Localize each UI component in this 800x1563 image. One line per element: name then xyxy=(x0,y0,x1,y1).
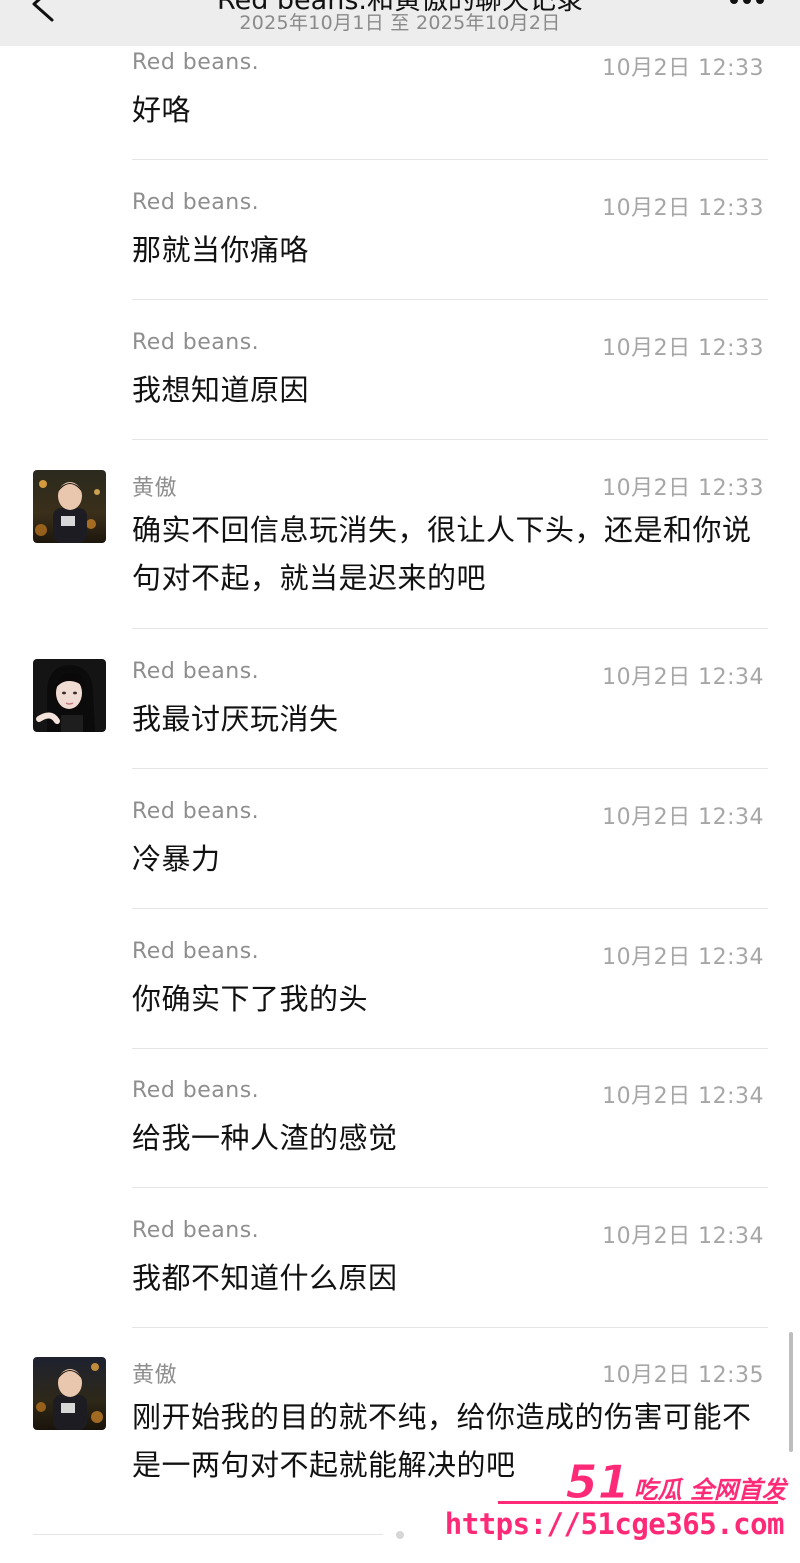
message-text: 冷暴力 xyxy=(132,842,221,876)
watermark-line xyxy=(498,1501,778,1504)
sender-name: Red beans. xyxy=(132,799,260,824)
watermark-url: https://51cge365.com xyxy=(444,1507,785,1541)
sender-name: Red beans. xyxy=(132,50,260,75)
date-range-subtitle: 2025年10月1日 至 2025年10月2日 xyxy=(239,12,561,34)
message-time: 10月2日 12:33 xyxy=(602,336,764,361)
sender-name: Red beans. xyxy=(132,659,260,684)
message-text: 我最讨厌玩消失 xyxy=(132,702,339,736)
message-time: 10月2日 12:34 xyxy=(602,665,764,690)
header-bar: Red beans.和黄傲的聊天记录 2025年10月1日 至 2025年10月… xyxy=(0,0,800,46)
message-text: 我都不知道什么原因 xyxy=(132,1261,398,1295)
message-time: 10月2日 12:35 xyxy=(602,1363,764,1388)
sender-name: 黄傲 xyxy=(132,476,178,501)
message-text: 你确实下了我的头 xyxy=(132,982,369,1016)
message-time: 10月2日 12:34 xyxy=(602,805,764,830)
avatar[interactable] xyxy=(33,470,106,543)
scrollbar[interactable] xyxy=(789,1332,793,1452)
message-divider xyxy=(132,768,768,769)
message-divider xyxy=(132,299,768,300)
message-divider xyxy=(132,159,768,160)
sender-name: Red beans. xyxy=(132,330,260,355)
sender-name: Red beans. xyxy=(132,1078,260,1103)
message-text: 给我一种人渣的感觉 xyxy=(132,1121,398,1155)
more-dots-icon xyxy=(730,0,738,4)
message-text: 确实不回信息玩消失，很让人下头，还是和你说句对不起，就当是迟来的吧 xyxy=(132,513,752,595)
message-divider xyxy=(132,1048,768,1049)
bottom-divider xyxy=(33,1534,383,1535)
more-button[interactable] xyxy=(730,0,764,4)
message-divider xyxy=(132,439,768,440)
message-text: 好咯 xyxy=(132,93,192,127)
message-divider xyxy=(132,628,768,629)
avatar[interactable] xyxy=(33,1357,106,1430)
loading-dot xyxy=(396,1531,404,1539)
message-text: 那就当你痛咯 xyxy=(132,233,310,267)
sender-name: Red beans. xyxy=(132,190,260,215)
watermark-text: 吃瓜 全网首发 xyxy=(633,1476,786,1504)
avatar[interactable] xyxy=(33,659,106,732)
more-dots-icon xyxy=(756,0,764,4)
more-dots-icon xyxy=(743,0,751,4)
message-divider xyxy=(132,908,768,909)
message-text: 我想知道原因 xyxy=(132,373,310,407)
sender-name: Red beans. xyxy=(132,1218,260,1243)
message-time: 10月2日 12:33 xyxy=(602,56,764,81)
message-time: 10月2日 12:33 xyxy=(602,476,764,501)
chat-history-page: Red beans.和黄傲的聊天记录 2025年10月1日 至 2025年10月… xyxy=(0,0,800,1563)
message-divider xyxy=(132,1327,768,1328)
watermark: 51 吃瓜 全网首发 https://51cge365.com xyxy=(445,1455,792,1555)
sender-name: Red beans. xyxy=(132,939,260,964)
message-time: 10月2日 12:33 xyxy=(602,196,764,221)
message-divider xyxy=(132,1187,768,1188)
message-time: 10月2日 12:34 xyxy=(602,1224,764,1249)
message-time: 10月2日 12:34 xyxy=(602,1084,764,1109)
sender-name: 黄傲 xyxy=(132,1363,178,1388)
message-time: 10月2日 12:34 xyxy=(602,945,764,970)
